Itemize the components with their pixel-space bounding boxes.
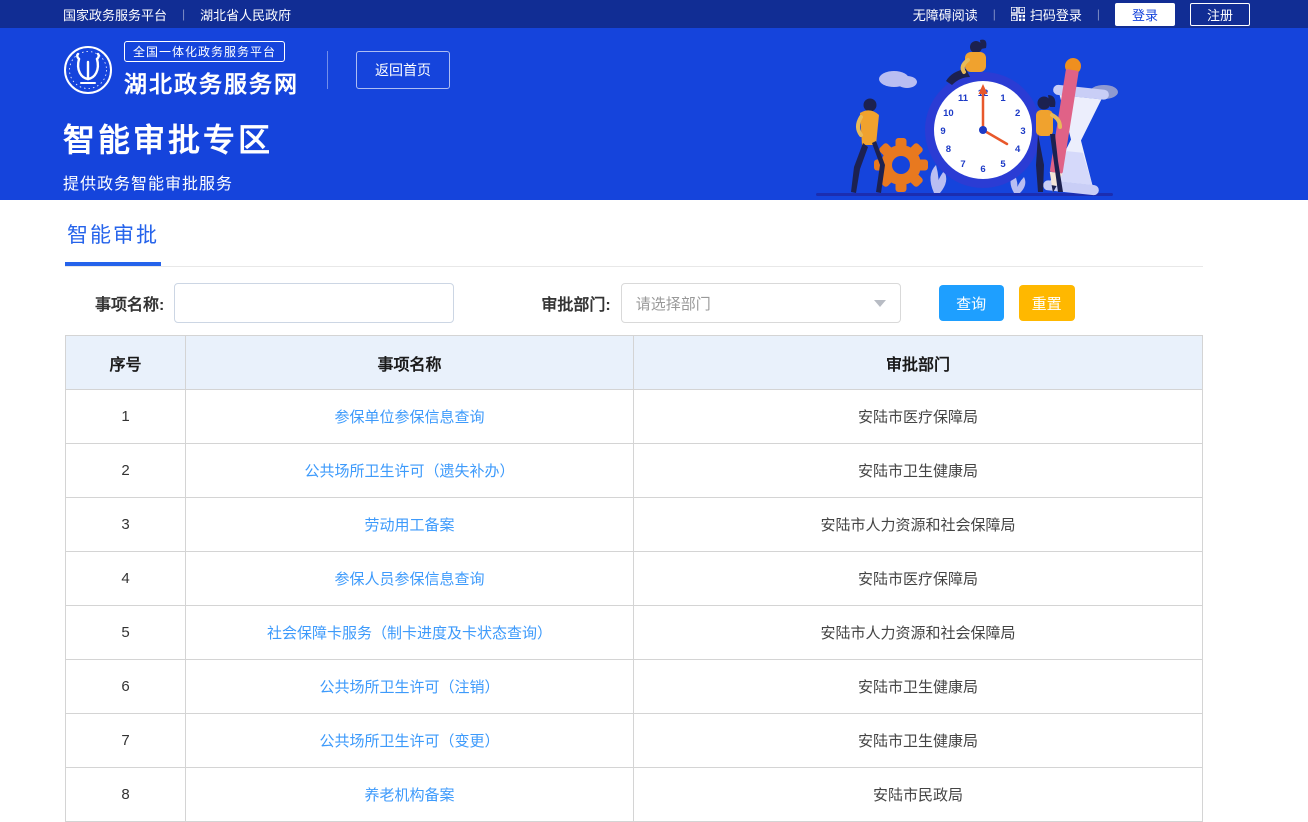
banner: 全国一体化政务服务平台 湖北政务服务网 返回首页 智能审批专区 提供政务智能审批… — [0, 28, 1308, 200]
main-content: 智能审批 事项名称: 审批部门: 请选择部门 查询 重置 序号 事项名称 审批部… — [0, 219, 1308, 822]
row-serial: 1 — [66, 390, 186, 444]
dept-cell: 安陆市人力资源和社会保障局 — [634, 606, 1203, 660]
table-row: 3 劳动用工备案 安陆市人力资源和社会保障局 — [66, 498, 1203, 552]
table-row: 6 公共场所卫生许可（注销） 安陆市卫生健康局 — [66, 660, 1203, 714]
hubei-emblem-icon — [63, 45, 113, 95]
item-cell: 参保单位参保信息查询 — [186, 390, 634, 444]
reset-button[interactable]: 重置 — [1019, 285, 1075, 321]
scan-login-label: 扫码登录 — [1030, 5, 1082, 24]
divider: | — [182, 7, 185, 21]
dept-cell: 安陆市医疗保障局 — [634, 552, 1203, 606]
accessibility-link[interactable]: 无障碍阅读 — [913, 5, 978, 24]
dept-label: 审批部门: — [541, 291, 610, 315]
dept-cell: 安陆市民政局 — [634, 768, 1203, 822]
table-row: 5 社会保障卡服务（制卡进度及卡状态查询） 安陆市人力资源和社会保障局 — [66, 606, 1203, 660]
dept-cell: 安陆市人力资源和社会保障局 — [634, 498, 1203, 552]
dept-cell: 安陆市卫生健康局 — [634, 714, 1203, 768]
header-dept: 审批部门 — [634, 336, 1203, 390]
dept-cell: 安陆市卫生健康局 — [634, 660, 1203, 714]
row-serial: 6 — [66, 660, 186, 714]
page-subtitle: 提供政务智能审批服务 — [63, 170, 1308, 194]
topbar-right: 无障碍阅读 | — [913, 3, 1250, 26]
divider: | — [1097, 7, 1100, 21]
divider — [327, 51, 328, 89]
topbar-left: 国家政务服务平台 | 湖北省人民政府 — [63, 5, 291, 24]
chevron-down-icon — [874, 300, 886, 307]
row-serial: 5 — [66, 606, 186, 660]
qr-code-icon — [1011, 7, 1025, 21]
table-header-row: 序号 事项名称 审批部门 — [66, 336, 1203, 390]
row-serial: 2 — [66, 444, 186, 498]
item-name-input[interactable] — [174, 283, 454, 323]
search-button[interactable]: 查询 — [939, 285, 1004, 321]
item-link[interactable]: 养老机构备案 — [364, 787, 454, 804]
table-row: 2 公共场所卫生许可（遗失补办） 安陆市卫生健康局 — [66, 444, 1203, 498]
filter-bar: 事项名称: 审批部门: 请选择部门 查询 重置 — [65, 283, 1203, 323]
approval-table: 序号 事项名称 审批部门 1参保单位参保信息查询安陆市医疗保障局2公共场所卫生许… — [65, 335, 1203, 822]
table-row: 1 参保单位参保信息查询 安陆市医疗保障局 — [66, 390, 1203, 444]
item-cell: 养老机构备案 — [186, 768, 634, 822]
row-serial: 3 — [66, 498, 186, 552]
register-button[interactable]: 注册 — [1190, 3, 1250, 26]
tab-smart-approval[interactable]: 智能审批 — [65, 219, 161, 266]
item-name-label: 事项名称: — [95, 291, 164, 315]
login-button[interactable]: 登录 — [1115, 3, 1175, 26]
header-serial: 序号 — [66, 336, 186, 390]
item-cell: 公共场所卫生许可（变更） — [186, 714, 634, 768]
row-serial: 7 — [66, 714, 186, 768]
item-link[interactable]: 公共场所卫生许可（注销） — [319, 679, 499, 696]
site-name: 湖北政务服务网 — [124, 65, 299, 99]
item-cell: 公共场所卫生许可（注销） — [186, 660, 634, 714]
item-cell: 劳动用工备案 — [186, 498, 634, 552]
scan-login-link[interactable]: 扫码登录 — [1011, 5, 1082, 24]
item-link[interactable]: 公共场所卫生许可（遗失补办） — [304, 463, 514, 480]
item-link[interactable]: 社会保障卡服务（制卡进度及卡状态查询） — [267, 625, 552, 642]
row-serial: 4 — [66, 552, 186, 606]
approval-table-body: 1参保单位参保信息查询安陆市医疗保障局2公共场所卫生许可（遗失补办）安陆市卫生健… — [66, 390, 1203, 822]
item-link[interactable]: 参保单位参保信息查询 — [334, 409, 484, 426]
dept-cell: 安陆市卫生健康局 — [634, 444, 1203, 498]
national-platform-link[interactable]: 国家政务服务平台 — [63, 5, 167, 24]
tab-bar: 智能审批 — [65, 219, 1203, 267]
topbar: 国家政务服务平台 | 湖北省人民政府 无障碍阅读 | — [0, 0, 1308, 28]
national-platform-badge: 全国一体化政务服务平台 — [124, 41, 285, 62]
page-title: 智能审批专区 — [63, 115, 1308, 161]
hubei-gov-link[interactable]: 湖北省人民政府 — [200, 5, 291, 24]
dept-select[interactable]: 请选择部门 — [621, 283, 901, 323]
item-cell: 参保人员参保信息查询 — [186, 552, 634, 606]
table-row: 8 养老机构备案 安陆市民政局 — [66, 768, 1203, 822]
divider: | — [993, 7, 996, 21]
item-link[interactable]: 参保人员参保信息查询 — [334, 571, 484, 588]
row-serial: 8 — [66, 768, 186, 822]
table-row: 7 公共场所卫生许可（变更） 安陆市卫生健康局 — [66, 714, 1203, 768]
table-row: 4 参保人员参保信息查询 安陆市医疗保障局 — [66, 552, 1203, 606]
item-cell: 社会保障卡服务（制卡进度及卡状态查询） — [186, 606, 634, 660]
header-item-name: 事项名称 — [186, 336, 634, 390]
site-logo: 全国一体化政务服务平台 湖北政务服务网 — [63, 41, 299, 99]
item-link[interactable]: 劳动用工备案 — [364, 517, 454, 534]
item-cell: 公共场所卫生许可（遗失补办） — [186, 444, 634, 498]
item-link[interactable]: 公共场所卫生许可（变更） — [319, 733, 499, 750]
dept-select-placeholder: 请选择部门 — [636, 293, 711, 314]
back-home-button[interactable]: 返回首页 — [356, 51, 450, 89]
dept-cell: 安陆市医疗保障局 — [634, 390, 1203, 444]
